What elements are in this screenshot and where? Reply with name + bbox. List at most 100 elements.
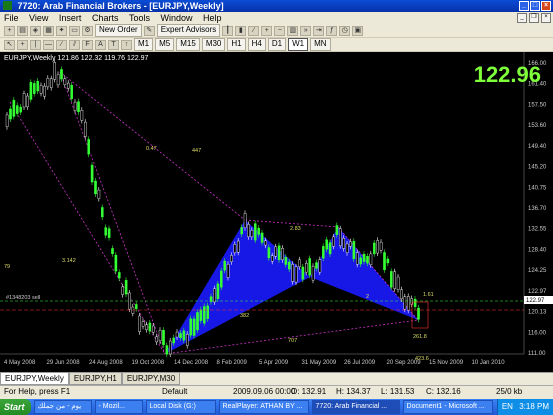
tile-windows-icon[interactable]: ▥ xyxy=(287,25,299,36)
drawing-toolbar: ↖ + | — ∕ ⫽ F A T ↑ M1 M5 M15 M30 H1 H4 … xyxy=(0,38,553,52)
menu-help[interactable]: Help xyxy=(203,13,222,23)
mdi-restore-button[interactable]: ❐ xyxy=(529,13,539,23)
candle xyxy=(393,271,397,289)
expert-advisors-button[interactable]: Expert Advisors xyxy=(156,24,221,37)
menu-window[interactable]: Window xyxy=(161,13,193,23)
language-indicator[interactable]: EN xyxy=(502,402,513,411)
status-help: For Help, press F1 xyxy=(4,387,71,396)
candle xyxy=(301,266,305,280)
fib-annotation: 0.47 xyxy=(146,146,157,152)
timeframe-h1[interactable]: H1 xyxy=(227,38,246,51)
price-label: 128.40 xyxy=(528,247,547,253)
zoom-out-icon[interactable]: − xyxy=(274,25,286,36)
close-button[interactable]: × xyxy=(541,1,551,11)
menu-charts[interactable]: Charts xyxy=(92,13,119,23)
price-label: 124.25 xyxy=(528,268,547,274)
arrows-icon[interactable]: ↑ xyxy=(121,39,132,50)
candle xyxy=(189,318,193,336)
candle xyxy=(349,241,352,247)
fibonacci-icon[interactable]: F xyxy=(82,39,93,50)
timeframe-mn[interactable]: MN xyxy=(310,38,331,51)
candle xyxy=(46,78,50,88)
price-label: 140.75 xyxy=(528,185,547,191)
candle xyxy=(43,85,46,97)
candle-chart-icon[interactable]: ▮ xyxy=(235,25,247,36)
zoom-in-icon[interactable]: + xyxy=(261,25,273,36)
strategy-tester-icon[interactable]: ⚙ xyxy=(82,25,93,36)
task-local-disk[interactable]: Local Disk (G:) xyxy=(145,400,216,414)
price-chart[interactable]: 166.00 161.40 157.50 153.60 149.40 145.20 140.… xyxy=(0,52,553,372)
indicators-icon[interactable]: ƒ xyxy=(326,25,338,36)
autoscroll-icon[interactable]: » xyxy=(300,25,312,36)
equidistant-channel-icon[interactable]: ⫽ xyxy=(69,39,80,50)
candle xyxy=(230,255,233,262)
candle xyxy=(90,164,94,183)
market-watch-icon[interactable]: ◈ xyxy=(30,25,41,36)
timeframe-d1[interactable]: D1 xyxy=(267,38,287,51)
tab-eurjpy-weekly[interactable]: EURJPY,Weekly xyxy=(0,373,69,385)
minimize-button[interactable]: _ xyxy=(519,1,529,11)
candle xyxy=(60,69,63,80)
timeframe-m30[interactable]: M30 xyxy=(201,38,226,51)
trendline-icon[interactable]: ∕ xyxy=(56,39,67,50)
new-chart-icon[interactable]: + xyxy=(4,25,15,36)
cursor-icon[interactable]: ↖ xyxy=(4,39,15,50)
data-window-icon[interactable]: ▦ xyxy=(43,25,54,36)
horizontal-line-icon[interactable]: — xyxy=(43,39,54,50)
maximize-button[interactable]: □ xyxy=(530,1,540,11)
task-word-document[interactable]: Document1 - Microsoft ... xyxy=(402,400,493,414)
metaeditor-icon[interactable]: ✎ xyxy=(143,25,155,36)
timeframe-m1[interactable]: M1 xyxy=(134,38,154,51)
candle xyxy=(260,232,264,243)
candle xyxy=(138,315,142,332)
vertical-line-icon[interactable]: | xyxy=(30,39,41,50)
mdi-close-button[interactable]: × xyxy=(541,13,551,23)
text-icon[interactable]: A xyxy=(95,39,106,50)
candle xyxy=(328,242,332,255)
timeframe-h4[interactable]: H4 xyxy=(247,38,266,51)
timeframe-w1[interactable]: W1 xyxy=(288,38,309,51)
menu-view[interactable]: View xyxy=(29,13,48,23)
candle xyxy=(318,259,322,273)
candle xyxy=(264,240,267,246)
candle xyxy=(253,223,257,241)
task-metatrader[interactable]: 7720: Arab Financial ... xyxy=(311,400,400,414)
timeframe-m15[interactable]: M15 xyxy=(176,38,200,51)
time-label: 5 Apr 2009 xyxy=(259,360,289,366)
candle xyxy=(5,114,9,127)
mdi-minimize-button[interactable]: _ xyxy=(517,13,527,23)
title-bar: 7720: Arab Financial Brokers - [EURJPY,W… xyxy=(0,0,553,12)
chart-canvas[interactable]: 166.00161.40157.50153.60149.40145.20140.… xyxy=(0,52,553,372)
start-button[interactable]: Start xyxy=(0,399,31,415)
menu-insert[interactable]: Insert xyxy=(59,13,82,23)
candle xyxy=(162,330,165,346)
price-label: 122.97 xyxy=(528,289,547,295)
task-realplayer[interactable]: RealPlayer: ATHAN BY ... xyxy=(218,400,309,414)
tab-eurjpy-h1[interactable]: EURJPY,H1 xyxy=(68,373,122,385)
periods-icon[interactable]: ◷ xyxy=(339,25,351,36)
line-chart-icon[interactable]: ∕ xyxy=(248,25,260,36)
task-browser-2[interactable]: - Mozil... xyxy=(94,400,143,414)
timeframe-m5[interactable]: M5 xyxy=(155,38,175,51)
navigator-icon[interactable]: ✦ xyxy=(56,25,67,36)
new-order-button[interactable]: New Order xyxy=(95,24,142,37)
text-label-icon[interactable]: T xyxy=(108,39,119,50)
price-label: 149.40 xyxy=(528,144,547,150)
price-label: 145.20 xyxy=(528,165,547,171)
menu-tools[interactable]: Tools xyxy=(129,13,150,23)
terminal-icon[interactable]: ▭ xyxy=(69,25,80,36)
bar-chart-icon[interactable]: ┃ xyxy=(222,25,234,36)
chart-shift-icon[interactable]: ⇥ xyxy=(313,25,325,36)
task-browser-1[interactable]: يوم - من جملك xyxy=(33,400,92,414)
tab-eurjpy-m30[interactable]: EURJPY,M30 xyxy=(121,373,181,385)
candle xyxy=(206,305,210,319)
templates-icon[interactable]: ▣ xyxy=(352,25,364,36)
menu-file[interactable]: File xyxy=(4,13,19,23)
crosshair-icon[interactable]: + xyxy=(17,39,28,50)
price-label: 136.70 xyxy=(528,206,547,212)
profiles-icon[interactable]: ▤ xyxy=(17,25,28,36)
candle xyxy=(359,257,363,265)
candle xyxy=(50,78,53,88)
fib-annotation: 382 xyxy=(240,313,249,319)
candle xyxy=(26,95,29,108)
